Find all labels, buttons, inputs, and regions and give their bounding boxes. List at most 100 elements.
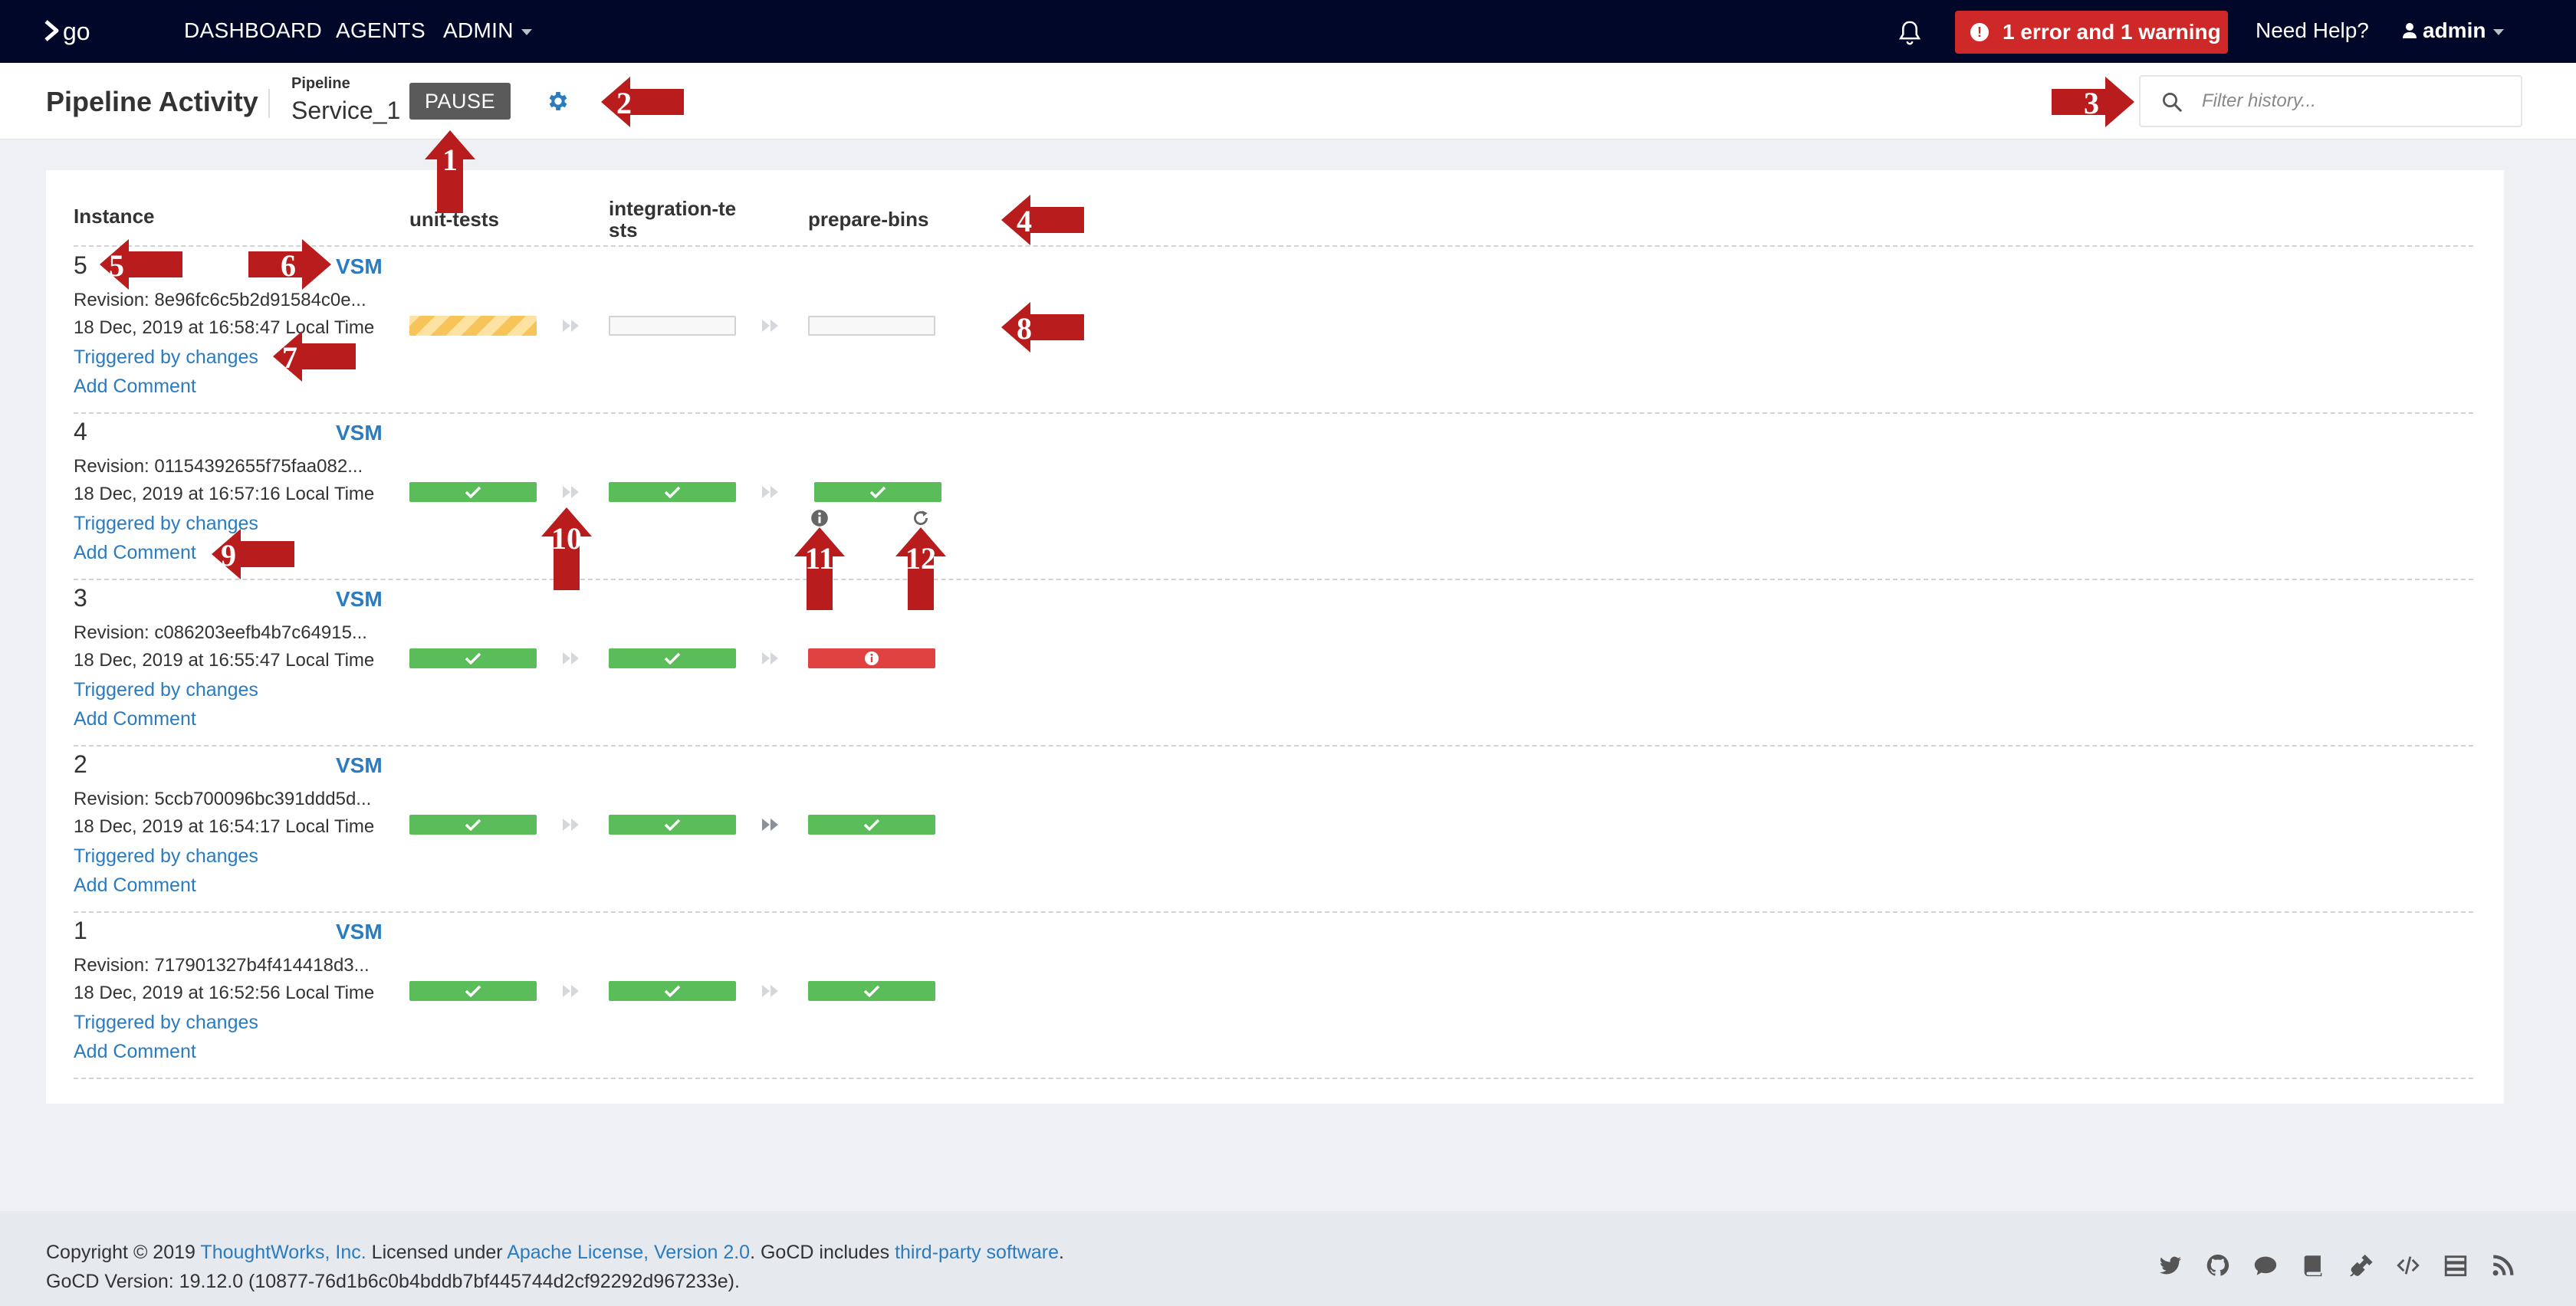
manual-trigger-arrow[interactable]: [557, 815, 587, 835]
timestamp: 18 Dec, 2019 at 16:57:16 Local Time: [74, 484, 375, 504]
stage-status-bar[interactable]: [609, 981, 736, 1001]
bell-icon[interactable]: [1895, 18, 1924, 48]
chat-icon[interactable]: [2252, 1252, 2279, 1278]
annotation-number: 11: [805, 541, 834, 576]
errors-warnings-label: 1 error and 1 warning: [2003, 20, 2221, 44]
stage-status-bar[interactable]: [409, 316, 537, 336]
add-comment-link[interactable]: Add Comment: [74, 542, 196, 564]
fast-forward-icon: [762, 652, 778, 664]
pipeline-instance-row: 5 VSM Revision: 8e96fc6c5b2d91584c0e... 18 …: [46, 247, 2504, 412]
user-menu[interactable]: admin: [2403, 18, 2505, 43]
stage-status-bar[interactable]: [814, 482, 941, 502]
stage-status-bar[interactable]: [808, 815, 935, 835]
annotation-number: 1: [442, 143, 458, 177]
annotation-number: 6: [281, 248, 296, 283]
add-comment-link[interactable]: Add Comment: [74, 1041, 196, 1063]
stage-status-bar[interactable]: [808, 981, 935, 1001]
fast-forward-icon: [563, 985, 579, 997]
checkmark-icon: [664, 652, 681, 664]
triggered-by-link[interactable]: Triggered by changes: [74, 679, 258, 701]
fast-forward-icon: [762, 819, 778, 831]
add-comment-link[interactable]: Add Comment: [74, 708, 196, 730]
manual-trigger-arrow[interactable]: [557, 482, 587, 502]
stage-status-bar[interactable]: [409, 482, 537, 502]
third-party-link[interactable]: third-party software: [895, 1242, 1059, 1263]
annotation-arrow-11: 11: [794, 527, 845, 610]
need-help-link[interactable]: Need Help?: [2256, 18, 2369, 43]
revision-text: Revision: c086203eefb4b7c64915...: [74, 622, 367, 643]
fast-forward-icon: [762, 320, 778, 332]
manual-trigger-arrow[interactable]: [756, 482, 787, 502]
vsm-link[interactable]: VSM: [336, 587, 383, 612]
annotation-arrow-1: 1: [425, 130, 475, 213]
book-icon[interactable]: [2300, 1252, 2326, 1278]
manual-trigger-arrow[interactable]: [756, 648, 787, 668]
server-icon[interactable]: [2443, 1252, 2469, 1278]
chevron-down-icon: [2493, 28, 2505, 35]
fast-forward-icon: [563, 819, 579, 831]
nav-admin[interactable]: ADMIN: [443, 18, 532, 43]
stage-status-bar[interactable]: [409, 815, 537, 835]
manual-trigger-arrow[interactable]: [557, 981, 587, 1001]
pause-button[interactable]: PAUSE: [409, 83, 511, 120]
annotation-arrow-5: 5: [100, 239, 182, 290]
stage-status-bar[interactable]: [409, 648, 537, 668]
stage-status-bar[interactable]: [609, 316, 736, 336]
manual-trigger-arrow[interactable]: [756, 316, 787, 336]
manual-trigger-arrow[interactable]: [756, 815, 787, 835]
stage-status-bar[interactable]: [409, 981, 537, 1001]
timestamp: 18 Dec, 2019 at 16:52:56 Local Time: [74, 983, 375, 1003]
nav-agents[interactable]: AGENTS: [336, 18, 426, 43]
vsm-link[interactable]: VSM: [336, 421, 383, 445]
triggered-by-link[interactable]: Triggered by changes: [74, 1012, 258, 1034]
period-text: .: [1059, 1242, 1064, 1263]
includes-text: . GoCD includes: [750, 1242, 895, 1263]
checkmark-icon: [863, 819, 880, 831]
filter-history-input[interactable]: [2202, 87, 2509, 115]
github-icon[interactable]: [2205, 1252, 2231, 1278]
annotation-arrow-4: 4: [1001, 195, 1084, 245]
code-icon[interactable]: [2395, 1252, 2421, 1278]
checkmark-icon: [664, 819, 681, 831]
gocd-logo[interactable]: go: [43, 14, 112, 48]
column-header-stage: prepare-bins: [808, 208, 929, 231]
instance-counter: 5: [74, 251, 87, 279]
thoughtworks-link[interactable]: ThoughtWorks, Inc.: [200, 1242, 366, 1263]
stage-status-bar[interactable]: [609, 648, 736, 668]
triggered-by-link[interactable]: Triggered by changes: [74, 845, 258, 868]
instance-counter: 1: [74, 917, 87, 944]
add-comment-link[interactable]: Add Comment: [74, 874, 196, 897]
license-link[interactable]: Apache License, Version 2.0: [507, 1242, 750, 1263]
column-header-stage: integration-te sts: [609, 197, 737, 241]
annotation-number: 12: [905, 541, 936, 576]
stage-status-bar[interactable]: [609, 815, 736, 835]
stage-status-bar[interactable]: [808, 316, 935, 336]
twitter-icon[interactable]: [2157, 1252, 2183, 1278]
gear-icon[interactable]: [546, 89, 570, 113]
stage-status-bar[interactable]: [609, 482, 736, 502]
svg-text:go: go: [63, 18, 90, 45]
stage-status-bar[interactable]: [808, 648, 935, 668]
nav-dashboard[interactable]: DASHBOARD: [184, 18, 322, 43]
annotation-arrow-9: 9: [212, 529, 294, 579]
annotation-arrow-6: 6: [248, 239, 331, 290]
vsm-link[interactable]: VSM: [336, 920, 383, 944]
revision-text: Revision: 01154392655f75faa082...: [74, 456, 363, 477]
row-divider: [74, 1078, 2473, 1079]
add-comment-link[interactable]: Add Comment: [74, 376, 196, 398]
vsm-link[interactable]: VSM: [336, 254, 383, 279]
manual-trigger-arrow[interactable]: [557, 316, 587, 336]
vsm-link[interactable]: VSM: [336, 753, 383, 778]
rss-icon[interactable]: [2490, 1252, 2516, 1278]
plugin-icon[interactable]: [2348, 1252, 2374, 1278]
user-icon: [2403, 23, 2417, 38]
pipeline-label: Pipeline: [291, 75, 350, 92]
triggered-by-link[interactable]: Triggered by changes: [74, 346, 258, 369]
page-title: Pipeline Activity: [46, 86, 258, 117]
checkmark-icon: [863, 985, 880, 997]
manual-trigger-arrow[interactable]: [557, 648, 587, 668]
chevron-down-icon: [521, 28, 532, 35]
errors-warnings-button[interactable]: ! 1 error and 1 warning: [1955, 11, 2228, 54]
manual-trigger-arrow[interactable]: [756, 981, 787, 1001]
annotation-number: 5: [109, 248, 124, 283]
